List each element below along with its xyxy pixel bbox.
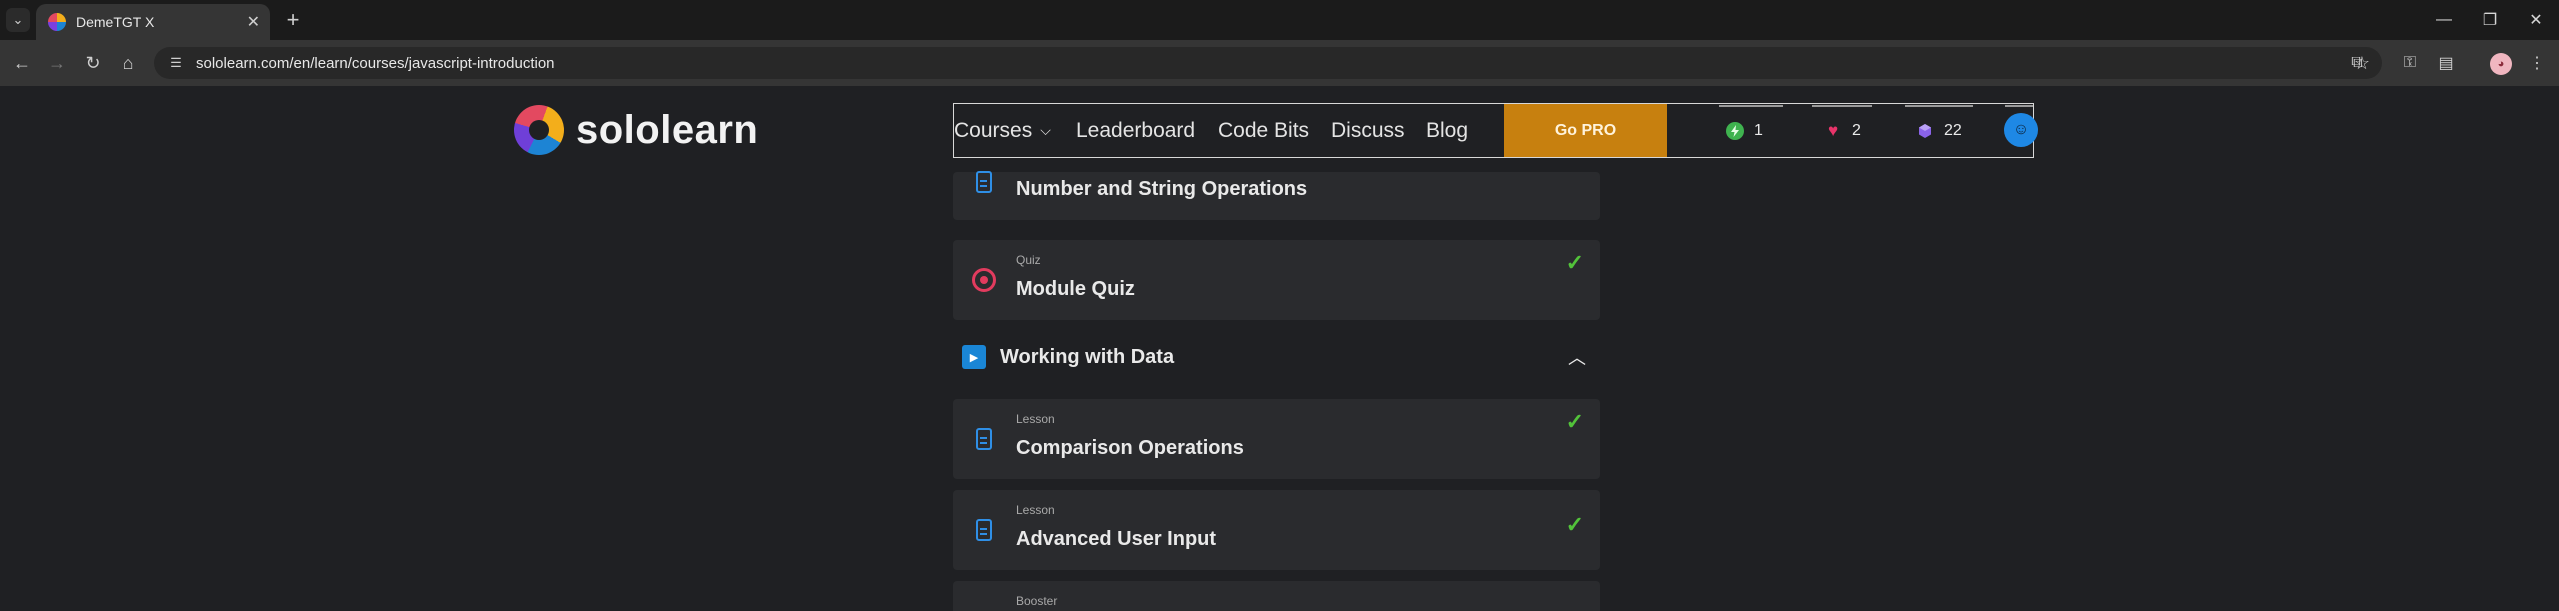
nav-discuss[interactable]: Discuss — [1331, 104, 1405, 157]
logo-text: sololearn — [576, 107, 759, 152]
menu-kebab-icon[interactable]: ⋮ — [2525, 51, 2549, 75]
hearts-count: 2 — [1852, 121, 1861, 139]
lesson-icon — [972, 425, 996, 453]
back-icon[interactable]: ← — [10, 51, 34, 75]
heart-icon: ♥ — [1827, 120, 1839, 140]
browser-tab-strip: ⌄ DemeTGT X ✕ + — ❐ ✕ — [0, 0, 2559, 40]
address-bar[interactable]: ☰ sololearn.com/en/learn/courses/javascr… — [154, 47, 2382, 79]
go-pro-button[interactable]: Go PRO — [1504, 104, 1667, 157]
nav-code-bits[interactable]: Code Bits — [1218, 104, 1309, 157]
gems-count: 22 — [1944, 121, 1962, 139]
streak-bolt-icon — [1726, 121, 1744, 140]
close-window-button[interactable]: ✕ — [2513, 6, 2559, 34]
completed-check-icon: ✓ — [1565, 409, 1584, 434]
sololearn-logo[interactable]: sololearn — [514, 105, 758, 155]
nav-courses-label: Courses — [954, 118, 1033, 142]
gems-counter[interactable]: 22 — [1916, 104, 1962, 157]
item-type-label: Quiz — [1016, 253, 1041, 267]
chevron-up-icon[interactable]: ︿ — [1568, 344, 1586, 370]
module-title: Working with Data — [1000, 346, 1175, 368]
streak-count: 1 — [1754, 121, 1763, 139]
site-info-icon[interactable]: ☰ — [166, 53, 186, 73]
lesson-card[interactable]: Lesson Advanced User Input ✓ — [953, 490, 1600, 570]
nav-blog[interactable]: Blog — [1426, 104, 1468, 157]
gem-icon — [1916, 122, 1934, 140]
completed-check-icon: ✓ — [1565, 250, 1584, 275]
nav-courses[interactable]: Courses ⌵ — [954, 104, 1051, 157]
favicon-icon — [48, 13, 66, 31]
lesson-card[interactable]: Number and String Operations — [953, 171, 1600, 220]
restore-button[interactable]: ❐ — [2467, 6, 2513, 34]
forward-icon[interactable]: → — [45, 51, 69, 75]
sololearn-logo-icon — [514, 105, 564, 155]
top-navigation: Courses ⌵ Leaderboard Code Bits Discuss … — [953, 103, 2038, 158]
browser-toolbar: ← → ↻ ⌂ ☰ sololearn.com/en/learn/courses… — [0, 40, 2559, 86]
hearts-counter[interactable]: ♥ 2 — [1824, 104, 1861, 157]
url-text[interactable]: sololearn.com/en/learn/courses/javascrip… — [196, 55, 2354, 72]
user-avatar-icon[interactable]: ☺ — [2004, 113, 2038, 147]
chevron-down-icon: ⌵ — [1040, 122, 1051, 138]
item-type-label: Lesson — [1016, 412, 1055, 426]
lesson-title: Advanced User Input — [1016, 528, 1217, 550]
quiz-title: Module Quiz — [1016, 278, 1135, 300]
reload-icon[interactable]: ↻ — [81, 51, 105, 75]
profile-avatar-icon[interactable]: ◕ — [2490, 53, 2512, 75]
streak-counter[interactable]: 1 — [1726, 104, 1763, 157]
minimize-button[interactable]: — — [2421, 6, 2467, 34]
completed-check-icon: ✓ — [1565, 512, 1584, 537]
password-key-icon[interactable]: ⚿ — [2398, 51, 2422, 75]
item-type-label: Booster — [1016, 594, 1058, 608]
booster-card[interactable]: Booster — [953, 581, 1600, 611]
module-play-icon: ▶ — [962, 345, 986, 369]
module-header[interactable]: ▶ Working with Data ︿ — [953, 338, 1600, 378]
quiz-target-icon — [972, 266, 996, 294]
nav-leaderboard[interactable]: Leaderboard — [1076, 104, 1195, 157]
extensions-icon[interactable]: ⧉ — [2345, 51, 2369, 75]
lesson-title: Number and String Operations — [1016, 178, 1308, 200]
tab-title: DemeTGT X — [76, 14, 155, 30]
quiz-card[interactable]: Quiz Module Quiz ✓ — [953, 240, 1600, 320]
reading-mode-icon[interactable]: ▤ — [2434, 51, 2458, 75]
tab-close-icon[interactable]: ✕ — [247, 12, 260, 32]
item-type-label: Lesson — [1016, 503, 1055, 517]
lesson-title: Comparison Operations — [1016, 437, 1244, 459]
lesson-icon — [972, 168, 996, 196]
home-icon[interactable]: ⌂ — [116, 51, 140, 75]
tab-search-icon[interactable]: ⌄ — [6, 8, 30, 32]
new-tab-button[interactable]: + — [281, 7, 305, 32]
lesson-card[interactable]: Lesson Comparison Operations ✓ — [953, 399, 1600, 479]
stat-divider — [2005, 105, 2033, 107]
lesson-icon — [972, 516, 996, 544]
browser-tab[interactable]: DemeTGT X ✕ — [36, 4, 270, 40]
